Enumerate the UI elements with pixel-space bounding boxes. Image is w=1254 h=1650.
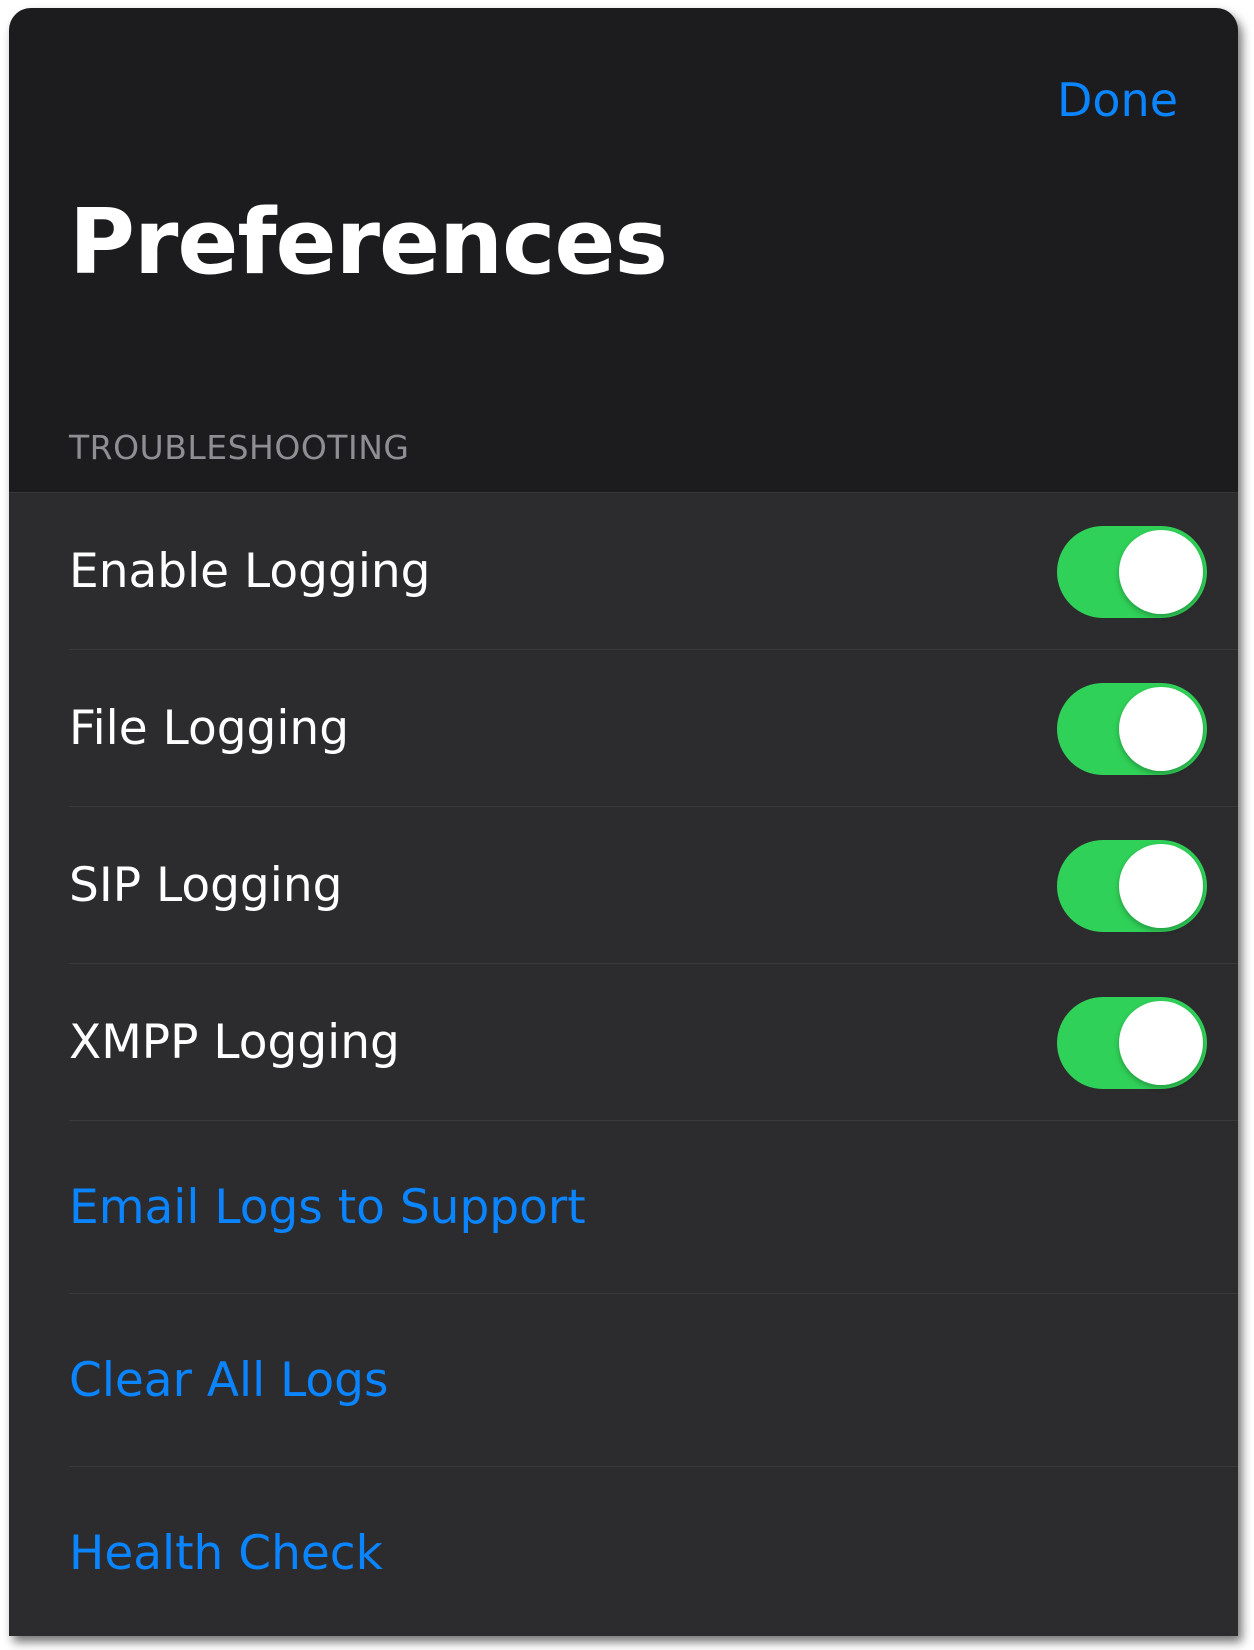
clear-all-logs-button[interactable]: Clear All Logs bbox=[69, 1351, 389, 1411]
done-button[interactable]: Done bbox=[1057, 68, 1178, 132]
toggle-knob bbox=[1119, 529, 1203, 614]
xmpp-logging-toggle[interactable] bbox=[1057, 996, 1207, 1089]
enable-logging-toggle[interactable] bbox=[1057, 525, 1207, 618]
file-logging-row: File Logging bbox=[9, 650, 1238, 807]
file-logging-label: File Logging bbox=[69, 700, 350, 756]
health-check-button[interactable]: Health Check bbox=[69, 1524, 383, 1584]
sip-logging-row: SIP Logging bbox=[9, 807, 1238, 964]
toggle-knob bbox=[1119, 1000, 1203, 1085]
page-title: Preferences bbox=[69, 190, 668, 295]
sip-logging-label: SIP Logging bbox=[69, 857, 343, 913]
clear-all-logs-row[interactable]: Clear All Logs bbox=[9, 1294, 1238, 1467]
file-logging-toggle[interactable] bbox=[1057, 682, 1207, 775]
xmpp-logging-row: XMPP Logging bbox=[9, 964, 1238, 1121]
email-logs-row[interactable]: Email Logs to Support bbox=[9, 1121, 1238, 1294]
preferences-sheet: Done Preferences TROUBLESHOOTING Enable … bbox=[9, 8, 1238, 1636]
section-header-troubleshooting: TROUBLESHOOTING bbox=[69, 428, 410, 467]
email-logs-to-support-button[interactable]: Email Logs to Support bbox=[69, 1178, 586, 1238]
troubleshooting-group: Enable Logging File Logging SIP Logging … bbox=[9, 492, 1238, 1636]
toggle-knob bbox=[1119, 686, 1203, 771]
enable-logging-label: Enable Logging bbox=[69, 543, 431, 599]
xmpp-logging-label: XMPP Logging bbox=[69, 1014, 400, 1070]
enable-logging-row: Enable Logging bbox=[9, 493, 1238, 650]
sip-logging-toggle[interactable] bbox=[1057, 839, 1207, 932]
health-check-row[interactable]: Health Check bbox=[9, 1467, 1238, 1636]
toggle-knob bbox=[1119, 843, 1203, 928]
